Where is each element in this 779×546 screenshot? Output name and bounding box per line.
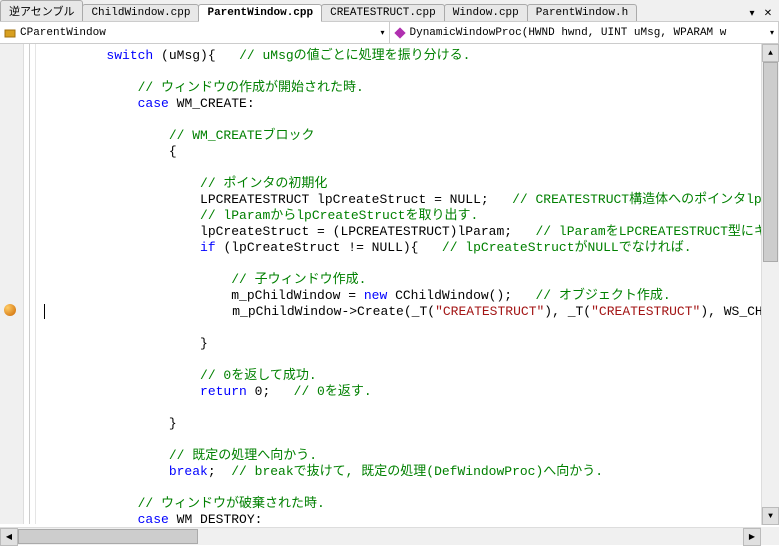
class-icon bbox=[4, 27, 16, 39]
code-line: lpCreateStruct = (LPCREATESTRUCT)lParam;… bbox=[44, 224, 779, 240]
code-line: return 0; // 0を返す. bbox=[44, 384, 779, 400]
code-line bbox=[44, 320, 779, 336]
code-line: switch (uMsg){ // uMsgの値ごとに処理を振り分ける. bbox=[44, 48, 779, 64]
code-line: if (lpCreateStruct != NULL){ // lpCreate… bbox=[44, 240, 779, 256]
tab-disassembly[interactable]: 逆アセンブル bbox=[0, 0, 83, 21]
scroll-right-icon[interactable]: ▶ bbox=[743, 528, 761, 546]
chevron-down-icon: ▾ bbox=[380, 28, 384, 38]
scroll-thumb-v[interactable] bbox=[763, 62, 778, 262]
code-line: // 子ウィンドウ作成. bbox=[44, 272, 779, 288]
horizontal-scrollbar[interactable]: ◀ ▶ bbox=[0, 527, 761, 545]
close-icon[interactable]: ✕ bbox=[761, 7, 775, 21]
code-line: // ウィンドウが破棄された時. bbox=[44, 496, 779, 512]
gutter[interactable] bbox=[0, 44, 24, 524]
tab-controls: ▾ ✕ bbox=[745, 7, 779, 21]
tab-parentwindow-h[interactable]: ParentWindow.h bbox=[527, 4, 637, 21]
code-line bbox=[44, 432, 779, 448]
code-line: m_pChildWindow->Create(_T("CREATESTRUCT"… bbox=[44, 304, 779, 320]
nav-dropdowns: CParentWindow ▾ DynamicWindowProc(HWND h… bbox=[0, 22, 779, 44]
code-line: // 0を返して成功. bbox=[44, 368, 779, 384]
vertical-scrollbar[interactable]: ▲ ▼ bbox=[761, 44, 779, 525]
scroll-up-icon[interactable]: ▲ bbox=[762, 44, 779, 62]
editor: switch (uMsg){ // uMsgの値ごとに処理を振り分ける. // … bbox=[0, 44, 779, 524]
code-line: break; // breakで抜けて, 既定の処理(DefWindowProc… bbox=[44, 464, 779, 480]
member-dropdown-label: DynamicWindowProc(HWND hwnd, UINT uMsg, … bbox=[410, 27, 727, 39]
member-dropdown[interactable]: DynamicWindowProc(HWND hwnd, UINT uMsg, … bbox=[390, 22, 779, 43]
code-line bbox=[44, 64, 779, 80]
code-line: // WM_CREATEブロック bbox=[44, 128, 779, 144]
code-line: // lParamからlpCreateStructを取り出す. bbox=[44, 208, 779, 224]
code-line: LPCREATESTRUCT lpCreateStruct = NULL; //… bbox=[44, 192, 779, 208]
scroll-left-icon[interactable]: ◀ bbox=[0, 528, 18, 546]
code-line: { bbox=[44, 144, 779, 160]
scroll-corner bbox=[761, 527, 779, 545]
code-line bbox=[44, 160, 779, 176]
method-icon bbox=[394, 27, 406, 39]
code-area[interactable]: switch (uMsg){ // uMsgの値ごとに処理を振り分ける. // … bbox=[36, 44, 779, 524]
breakpoint-marker[interactable] bbox=[4, 304, 16, 316]
tab-window-cpp[interactable]: Window.cpp bbox=[444, 4, 528, 21]
code-line: // ウィンドウの作成が開始された時. bbox=[44, 80, 779, 96]
file-tabs: 逆アセンブル ChildWindow.cpp ParentWindow.cpp … bbox=[0, 0, 779, 22]
code-line: case WM_DESTROY: bbox=[44, 512, 779, 524]
tab-parentwindow-cpp[interactable]: ParentWindow.cpp bbox=[198, 4, 322, 22]
code-line bbox=[44, 112, 779, 128]
class-dropdown-label: CParentWindow bbox=[20, 27, 106, 39]
class-dropdown[interactable]: CParentWindow ▾ bbox=[0, 22, 390, 43]
scroll-thumb-h[interactable] bbox=[18, 529, 198, 544]
code-line bbox=[44, 352, 779, 368]
tab-createstruct-cpp[interactable]: CREATESTRUCT.cpp bbox=[321, 4, 445, 21]
code-line: case WM_CREATE: bbox=[44, 96, 779, 112]
scroll-down-icon[interactable]: ▼ bbox=[762, 507, 779, 525]
code-line bbox=[44, 256, 779, 272]
code-line: // 既定の処理へ向かう. bbox=[44, 448, 779, 464]
code-line: m_pChildWindow = new CChildWindow(); // … bbox=[44, 288, 779, 304]
code-line: } bbox=[44, 416, 779, 432]
fold-line bbox=[29, 44, 30, 524]
tab-menu-icon[interactable]: ▾ bbox=[745, 7, 759, 21]
code-line bbox=[44, 400, 779, 416]
tab-childwindow-cpp[interactable]: ChildWindow.cpp bbox=[82, 4, 199, 21]
code-line: // ポインタの初期化 bbox=[44, 176, 779, 192]
fold-bar[interactable] bbox=[24, 44, 36, 524]
code-line: } bbox=[44, 336, 779, 352]
code-line bbox=[44, 480, 779, 496]
chevron-down-icon: ▾ bbox=[770, 28, 774, 38]
